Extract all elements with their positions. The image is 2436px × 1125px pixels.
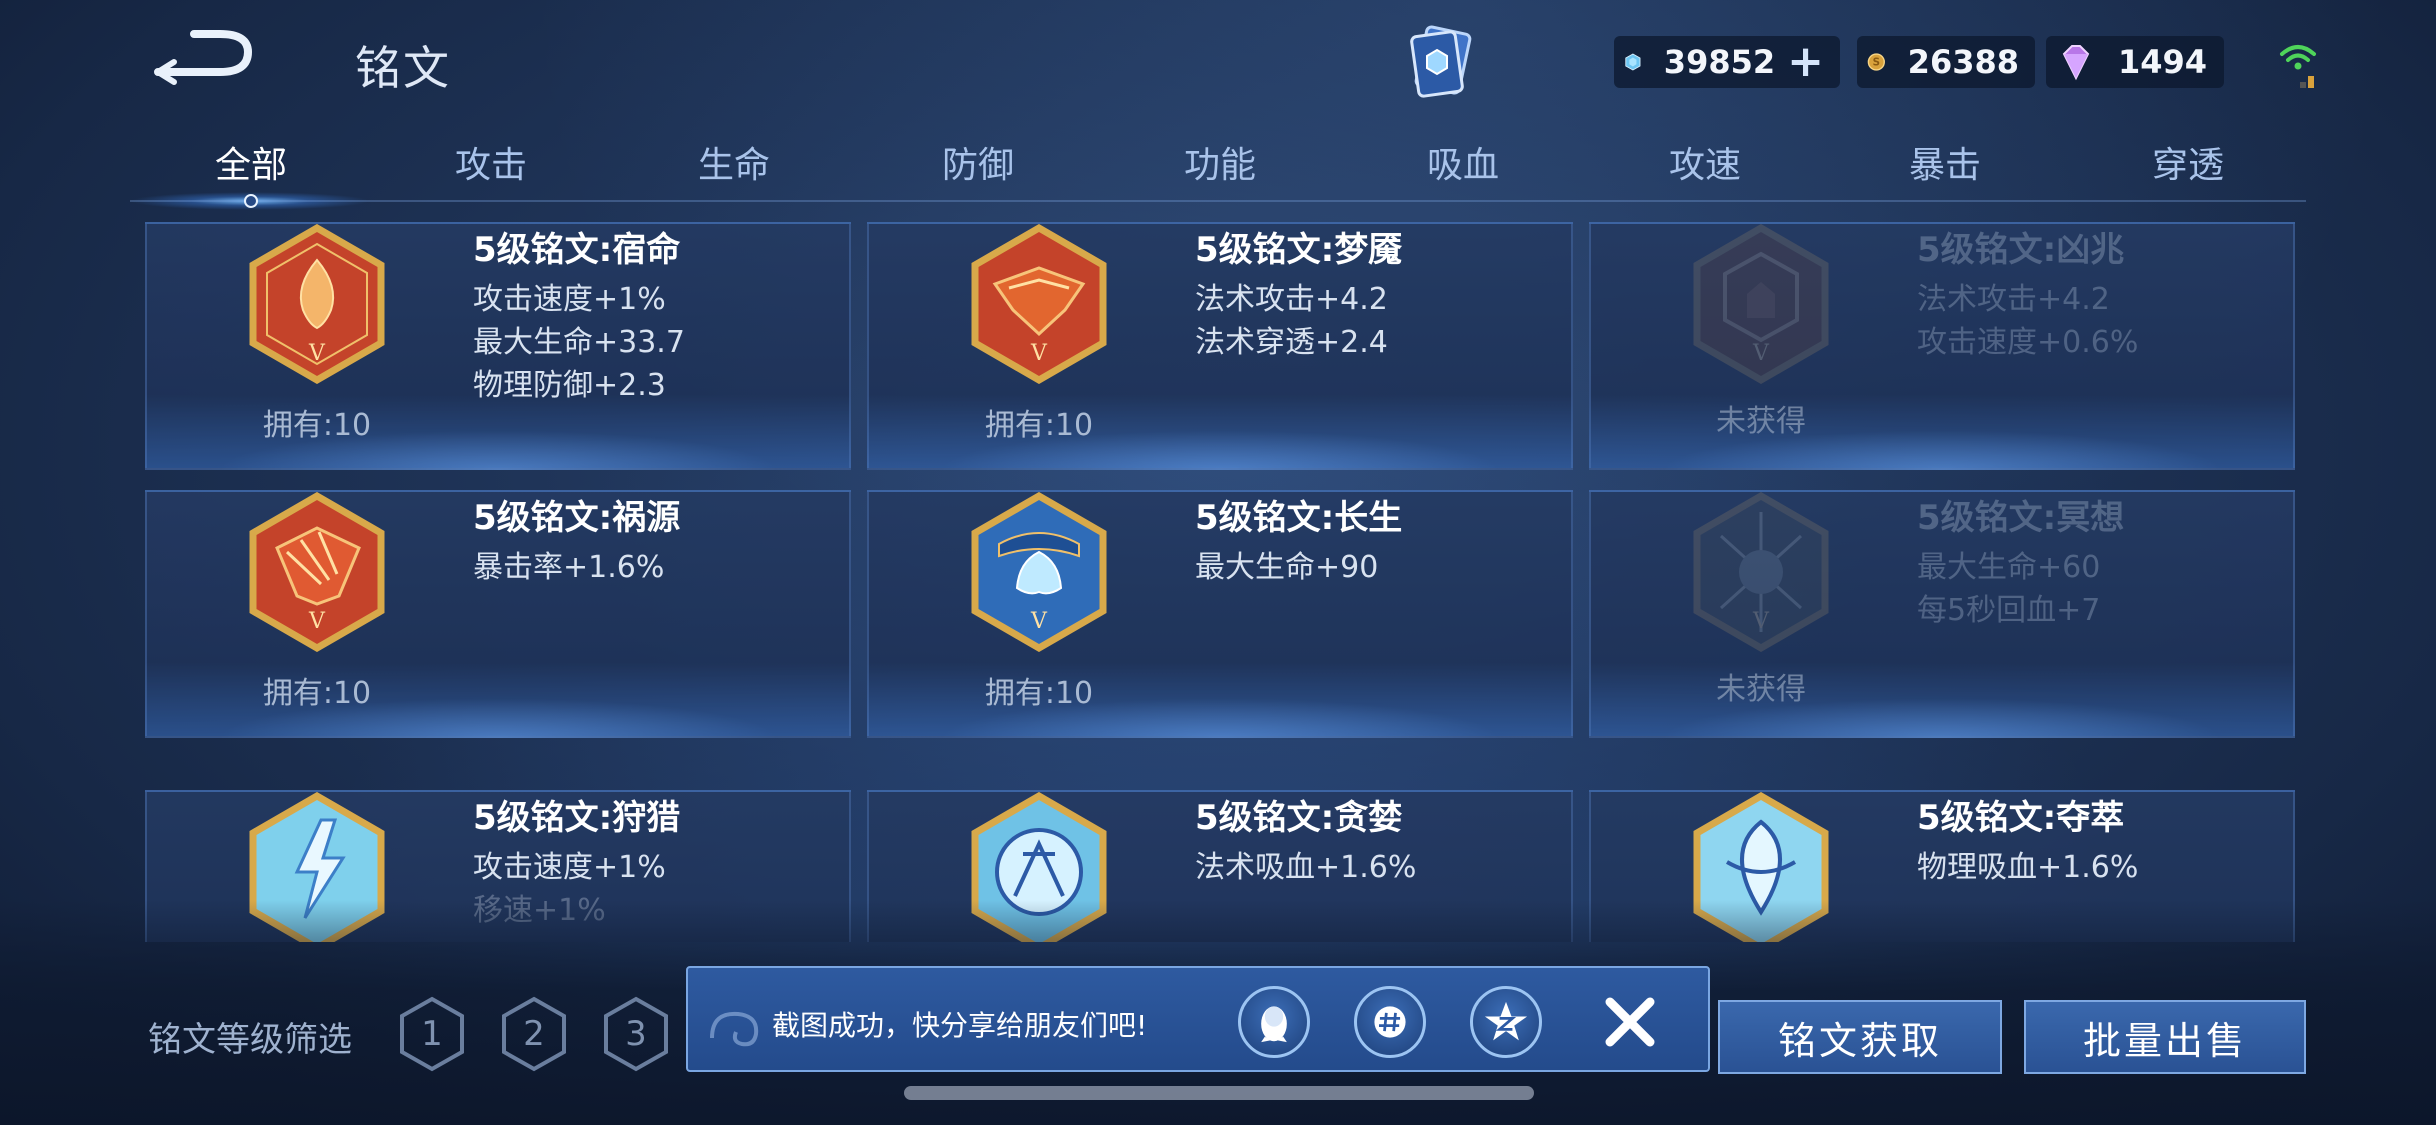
gem-icon bbox=[2062, 45, 2090, 81]
share-topic-button[interactable] bbox=[1354, 986, 1426, 1058]
level-filter-number: 3 bbox=[625, 1014, 647, 1054]
inscription-name: 5级铭文:祸源 bbox=[473, 498, 681, 538]
page-title: 铭文 bbox=[355, 41, 451, 95]
obtain-inscription-button[interactable]: 铭文获取 bbox=[1718, 1000, 2002, 1074]
close-icon bbox=[1605, 997, 1655, 1047]
tab-critical[interactable]: 暴击 bbox=[1909, 136, 1981, 188]
inscription-name: 5级铭文:冥想 bbox=[1917, 498, 2125, 538]
inscription-card[interactable]: V 5级铭文:冥想 最大生命+60 每5秒回血+7 未获得 bbox=[1589, 490, 2295, 738]
level-filter-number: 1 bbox=[421, 1014, 443, 1054]
close-toast-button[interactable] bbox=[1594, 986, 1666, 1058]
gold-amount: 26388 bbox=[1907, 43, 2019, 81]
share-qq-button[interactable] bbox=[1238, 986, 1310, 1058]
inscription-card[interactable]: V 5级铭文:长生 最大生命+90 拥有:10 bbox=[867, 490, 1573, 738]
inscription-attr: 法术攻击+4.2 bbox=[1195, 282, 1388, 317]
inscription-card[interactable]: V 5级铭文:宿命 攻击速度+1% 最大生命+33.7 物理防御+2.3 拥有:… bbox=[145, 222, 851, 470]
owned-count: 拥有:10 bbox=[262, 408, 372, 443]
level-filter-2[interactable]: 2 bbox=[500, 996, 568, 1072]
diamond-amount: 39852 bbox=[1663, 43, 1776, 81]
inscription-emblem-icon: V bbox=[249, 224, 385, 384]
inscription-attr: 攻击速度+1% bbox=[473, 850, 666, 885]
tab-attack-speed[interactable]: 攻速 bbox=[1669, 136, 1741, 188]
home-indicator[interactable] bbox=[904, 1086, 1534, 1100]
inscription-attr: 物理吸血+1.6% bbox=[1917, 850, 2139, 885]
inscription-name: 5级铭文:贪婪 bbox=[1195, 798, 1403, 838]
diamond-icon bbox=[1625, 53, 1641, 71]
svg-text:V: V bbox=[1030, 341, 1048, 366]
inscription-emblem-icon: V bbox=[249, 492, 385, 652]
card-collection-icon[interactable] bbox=[1405, 20, 1485, 106]
inscription-attr: 法术穿透+2.4 bbox=[1195, 325, 1388, 360]
svg-text:V: V bbox=[308, 341, 326, 366]
owned-count: 拥有:10 bbox=[984, 676, 1094, 711]
inscription-attr: 每5秒回血+7 bbox=[1917, 593, 2101, 628]
diamond-balance[interactable]: 39852 + bbox=[1614, 36, 1840, 88]
inscription-attr: 最大生命+90 bbox=[1195, 550, 1379, 585]
tab-health[interactable]: 生命 bbox=[698, 136, 770, 188]
tab-defense[interactable]: 防御 bbox=[942, 136, 1014, 188]
inscription-attr: 最大生命+33.7 bbox=[473, 325, 685, 360]
category-tabs: 全部 攻击 生命 防御 功能 吸血 攻速 暴击 穿透 bbox=[130, 136, 2306, 206]
add-diamond-button[interactable]: + bbox=[1787, 40, 1824, 84]
inscription-attr: 物理防御+2.3 bbox=[473, 368, 666, 403]
tab-attack[interactable]: 攻击 bbox=[455, 136, 527, 188]
svg-text:V: V bbox=[1752, 341, 1770, 366]
level-filter-number: 2 bbox=[523, 1014, 545, 1054]
inscription-attr: 攻击速度+0.6% bbox=[1917, 325, 2139, 360]
share-qzone-button[interactable] bbox=[1470, 986, 1542, 1058]
inscription-card[interactable]: V 5级铭文:梦魇 法术攻击+4.2 法术穿透+2.4 拥有:10 bbox=[867, 222, 1573, 470]
gold-balance: S 26388 bbox=[1857, 36, 2035, 88]
level-filter-1[interactable]: 1 bbox=[398, 996, 466, 1072]
inscription-name: 5级铭文:长生 bbox=[1195, 498, 1403, 538]
tab-all[interactable]: 全部 bbox=[215, 136, 287, 188]
inscription-emblem-icon: V bbox=[971, 492, 1107, 652]
inscription-card[interactable]: V 5级铭文:凶兆 法术攻击+4.2 攻击速度+0.6% 未获得 bbox=[1589, 222, 2295, 470]
gem-amount: 1494 bbox=[2118, 43, 2208, 81]
not-obtained-label: 未获得 bbox=[1716, 672, 1806, 707]
svg-text:V: V bbox=[308, 609, 326, 634]
cloud-swirl-icon bbox=[710, 1011, 759, 1047]
gem-balance: 1494 bbox=[2046, 36, 2224, 88]
inscription-attr: 法术吸血+1.6% bbox=[1195, 850, 1417, 885]
owned-count: 拥有:10 bbox=[262, 676, 372, 711]
qzone-star-icon bbox=[1484, 1001, 1528, 1041]
gold-coin-icon: S bbox=[1867, 53, 1885, 71]
inscription-name: 5级铭文:夺萃 bbox=[1917, 798, 2125, 838]
inscription-grid: V 5级铭文:宿命 攻击速度+1% 最大生命+33.7 物理防御+2.3 拥有:… bbox=[140, 222, 2300, 942]
inscription-name: 5级铭文:梦魇 bbox=[1195, 230, 1403, 270]
inscription-attr: 攻击速度+1% bbox=[473, 282, 666, 317]
level-filter-label: 铭文等级筛选 bbox=[148, 1020, 352, 1060]
inscription-emblem-icon: V bbox=[971, 224, 1107, 384]
inscription-name: 5级铭文:宿命 bbox=[473, 230, 681, 270]
qq-penguin-icon bbox=[1261, 1006, 1287, 1043]
svg-text:V: V bbox=[1752, 609, 1770, 634]
inscription-attr: 暴击率+1.6% bbox=[473, 550, 665, 585]
owned-count: 拥有:10 bbox=[984, 408, 1094, 443]
tab-utility[interactable]: 功能 bbox=[1184, 136, 1256, 188]
toast-message: 截图成功，快分享给朋友们吧! bbox=[772, 1009, 1148, 1042]
inscription-card[interactable]: V 5级铭文:祸源 暴击率+1.6% 拥有:10 bbox=[145, 490, 851, 738]
tab-lifesteal[interactable]: 吸血 bbox=[1427, 136, 1499, 188]
not-obtained-label: 未获得 bbox=[1716, 404, 1806, 439]
tab-penetration[interactable]: 穿透 bbox=[2152, 136, 2224, 188]
inscription-name: 5级铭文:狩猎 bbox=[473, 798, 681, 838]
wifi-icon bbox=[2278, 36, 2318, 90]
level-filter-3[interactable]: 3 bbox=[602, 996, 670, 1072]
inscription-name: 5级铭文:凶兆 bbox=[1917, 230, 2125, 270]
back-button[interactable] bbox=[150, 28, 260, 88]
batch-sell-button[interactable]: 批量出售 bbox=[2024, 1000, 2306, 1074]
inscription-attr: 法术攻击+4.2 bbox=[1917, 282, 2110, 317]
svg-text:V: V bbox=[1030, 609, 1048, 634]
inscription-emblem-icon: V bbox=[1693, 492, 1829, 652]
back-arrow-icon bbox=[154, 30, 253, 85]
share-toast: 截图成功，快分享给朋友们吧! bbox=[686, 966, 1710, 1072]
svg-text:S: S bbox=[1873, 57, 1880, 69]
hashtag-icon bbox=[1374, 1006, 1406, 1038]
inscription-attr: 最大生命+60 bbox=[1917, 550, 2101, 585]
inscription-emblem-icon: V bbox=[1693, 224, 1829, 384]
